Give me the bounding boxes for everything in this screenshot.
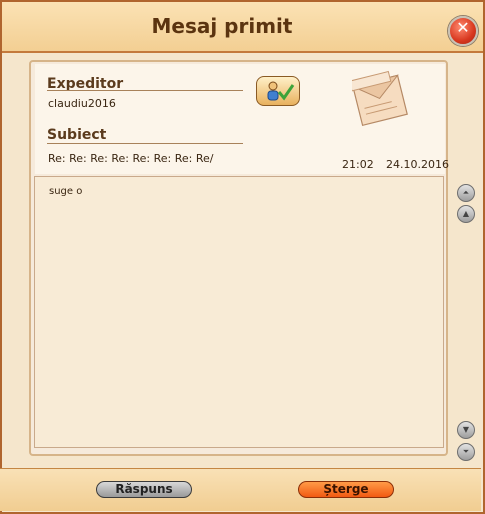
scroll-top-button[interactable]: ⏶ [457,184,475,202]
scroll-bottom-button[interactable]: ⏷ [457,443,475,461]
scroll-down-icon: ▼ [462,425,470,434]
window-title: Mesaj primit [151,14,293,38]
close-icon: ✕ [456,18,470,37]
sender-divider [47,90,243,91]
subject-divider [47,143,243,144]
scroll-up-icon: ▲ [462,209,470,218]
close-button[interactable]: ✕ [448,16,478,46]
title-bar: Mesaj primit ✕ [2,2,483,53]
scroll-up-button[interactable]: ▲ [457,205,475,223]
message-date: 24.10.2016 [386,158,449,171]
add-friend-button[interactable] [256,76,300,106]
scroll-top-icon: ⏶ [462,188,470,197]
subject-label: Subiect [47,127,107,143]
sender-value[interactable]: claudiu2016 [48,97,116,110]
message-body[interactable]: suge o [34,176,444,448]
add-friend-icon [267,81,295,101]
envelope-icon [352,70,408,127]
scroll-down-button[interactable]: ▼ [457,421,475,439]
subject-value: Re: Re: Re: Re: Re: Re: Re: Re/ [48,152,214,165]
scroll-bottom-icon: ⏷ [462,447,470,456]
message-text: suge o [49,186,83,197]
message-time: 21:02 [342,158,374,171]
footer-bar [0,468,481,511]
reply-button[interactable]: Răspuns [96,481,192,498]
delete-button[interactable]: Șterge [298,481,394,498]
